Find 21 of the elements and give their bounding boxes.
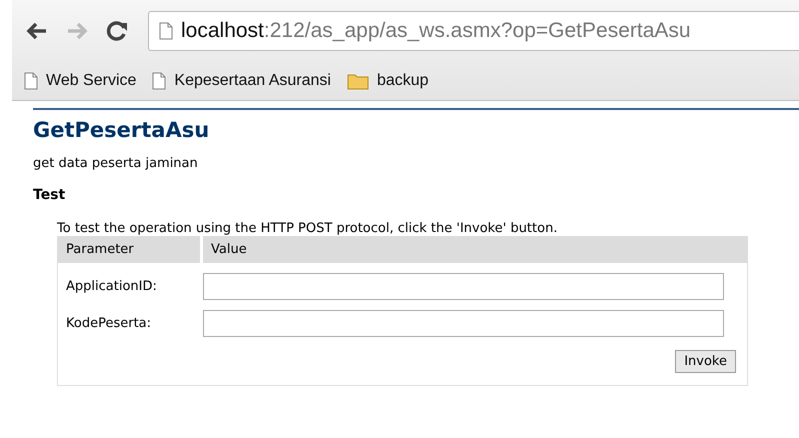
bookmark[interactable]: Web Service xyxy=(24,72,136,90)
input-field[interactable] xyxy=(203,273,724,300)
page-icon xyxy=(24,72,38,90)
description: get data peserta jaminan xyxy=(33,156,199,171)
page-icon xyxy=(159,22,173,40)
invoke-button[interactable]: Invoke xyxy=(675,350,736,373)
page-title: GetPesertaAsu xyxy=(33,118,210,142)
url-text: localhost:212/as_app/as_ws.asmx?op=GetPesertaAsu xyxy=(181,19,691,43)
bookmark[interactable]: Kepesertaan Asuransi xyxy=(152,72,331,90)
bookmark[interactable]: backup xyxy=(346,72,429,90)
parameter-label: KodePeserta: xyxy=(65,316,152,331)
address-bar[interactable]: localhost:212/as_app/as_ws.asmx?op=GetPesertaAsu xyxy=(148,11,799,51)
page-icon xyxy=(152,72,166,90)
column-header: Value xyxy=(203,236,747,263)
folder-icon xyxy=(346,72,369,90)
reload-button[interactable] xyxy=(104,18,130,44)
instructions: To test the operation using the HTTP POST protocol, click the 'Invoke' button. xyxy=(57,221,558,236)
section-heading: Test xyxy=(33,187,66,203)
parameter-label: ApplicationID: xyxy=(65,279,158,294)
input-field[interactable] xyxy=(203,310,724,337)
column-header: Parameter xyxy=(58,236,200,263)
